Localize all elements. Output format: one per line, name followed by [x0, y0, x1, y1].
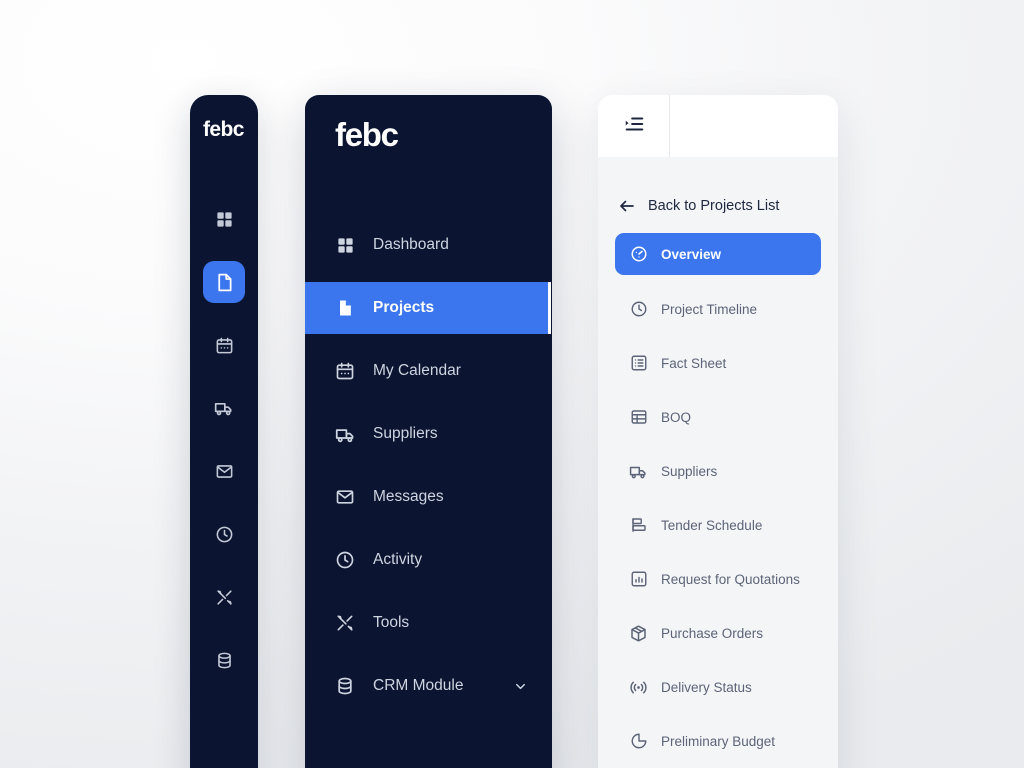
sidebar-item-projects[interactable]: Projects	[305, 282, 551, 334]
sidebar-item-crm-module[interactable]: CRM Module	[305, 660, 552, 712]
sidebar-nav: Dashboard Projects My Calendar Suppliers…	[305, 219, 552, 723]
clock-icon	[215, 525, 234, 544]
rail-nav	[190, 198, 258, 681]
rail-item-my-calendar[interactable]	[203, 324, 245, 366]
panel-item-delivery-status[interactable]: Delivery Status	[615, 667, 821, 707]
table-icon	[629, 408, 648, 427]
sidebar-item-my-calendar[interactable]: My Calendar	[305, 345, 552, 397]
topbar-empty-area	[670, 95, 838, 157]
clock-icon	[334, 549, 356, 571]
calendar-icon	[334, 360, 356, 382]
sidebar-item-label: Projects	[373, 299, 435, 316]
panel-item-tender-schedule[interactable]: Tender Schedule	[615, 505, 821, 545]
tools-icon	[334, 612, 356, 634]
sidebar-item-label: Messages	[373, 488, 444, 505]
grid-icon	[334, 234, 356, 256]
collapsed-sidebar: febc	[190, 95, 258, 768]
panel-item-label: Preliminary Budget	[661, 733, 776, 749]
mail-icon	[334, 486, 356, 508]
pie-chart-icon	[629, 732, 648, 751]
package-icon	[629, 624, 648, 643]
panel-item-project-timeline[interactable]: Project Timeline	[615, 289, 821, 329]
sidebar-item-tools[interactable]: Tools	[305, 597, 552, 649]
document-icon	[334, 297, 356, 319]
panel-item-label: Overview	[661, 246, 722, 262]
sidebar-item-label: Suppliers	[373, 425, 438, 442]
truck-icon	[629, 462, 648, 481]
rail-item-tools[interactable]	[203, 576, 245, 618]
panel-item-label: BOQ	[661, 409, 692, 425]
panel-item-label: Tender Schedule	[661, 517, 763, 533]
rail-logo: febc	[203, 118, 244, 141]
sidebar-item-dashboard[interactable]: Dashboard	[305, 219, 552, 271]
rail-item-activity[interactable]	[203, 513, 245, 555]
sidebar-logo: febc	[335, 116, 399, 153]
sidebar-item-activity[interactable]: Activity	[305, 534, 552, 586]
bar-chart-icon	[629, 570, 648, 589]
database-icon	[334, 675, 356, 697]
list-details-icon	[629, 354, 648, 373]
panel-item-preliminary-budget[interactable]: Preliminary Budget	[615, 721, 821, 761]
back-link-label: Back to Projects List	[648, 198, 780, 214]
rail-item-dashboard[interactable]	[203, 198, 245, 240]
sidebar-item-label: Dashboard	[373, 236, 449, 253]
panel-item-label: Suppliers	[661, 463, 718, 479]
clock-icon	[629, 300, 648, 319]
back-to-projects-link[interactable]: Back to Projects List	[598, 179, 838, 233]
panel-item-label: Fact Sheet	[661, 355, 727, 371]
broadcast-icon	[629, 678, 648, 697]
sidebar-item-label: Activity	[373, 551, 423, 568]
panel-item-label: Purchase Orders	[661, 625, 764, 641]
sidebar-toggle-button[interactable]	[598, 95, 670, 157]
gauge-icon	[629, 245, 648, 264]
document-icon	[214, 272, 235, 293]
calendar-icon	[215, 336, 234, 355]
mail-icon	[215, 462, 234, 481]
panel-item-label: Delivery Status	[661, 679, 752, 695]
panel-item-boq[interactable]: BOQ	[615, 397, 821, 437]
layout-rows-icon	[629, 516, 648, 535]
panel-item-request-for-quotations[interactable]: Request for Quotations	[615, 559, 821, 599]
truck-icon	[214, 398, 234, 418]
truck-icon	[334, 423, 356, 445]
sidebar-item-suppliers[interactable]: Suppliers	[305, 408, 552, 460]
panel-item-suppliers[interactable]: Suppliers	[615, 451, 821, 491]
rail-item-crm-module[interactable]	[203, 639, 245, 681]
database-icon	[215, 651, 234, 670]
rail-item-projects[interactable]	[203, 261, 245, 303]
sidebar-item-label: Tools	[373, 614, 410, 631]
tools-icon	[215, 588, 234, 607]
panel-topbar	[598, 95, 838, 157]
list-collapse-icon	[623, 113, 645, 140]
panel-item-overview[interactable]: Overview	[615, 233, 821, 275]
project-nav-list: Overview Project Timeline Fact Sheet BOQ…	[598, 233, 838, 768]
grid-icon	[215, 210, 234, 229]
sidebar-item-messages[interactable]: Messages	[305, 471, 552, 523]
project-side-panel: Back to Projects List Overview Project T…	[598, 95, 838, 768]
sidebar-item-label: My Calendar	[373, 362, 461, 379]
rail-item-suppliers[interactable]	[203, 387, 245, 429]
arrow-left-icon	[618, 197, 636, 215]
main-sidebar: febc Dashboard Projects My Calendar Supp…	[305, 95, 552, 768]
panel-item-purchase-orders[interactable]: Purchase Orders	[615, 613, 821, 653]
panel-item-label: Request for Quotations	[661, 571, 800, 587]
rail-item-messages[interactable]	[203, 450, 245, 492]
panel-item-label: Project Timeline	[661, 301, 758, 317]
chevron-down-icon[interactable]	[513, 679, 528, 694]
sidebar-item-label: CRM Module	[373, 677, 464, 694]
panel-item-fact-sheet[interactable]: Fact Sheet	[615, 343, 821, 383]
